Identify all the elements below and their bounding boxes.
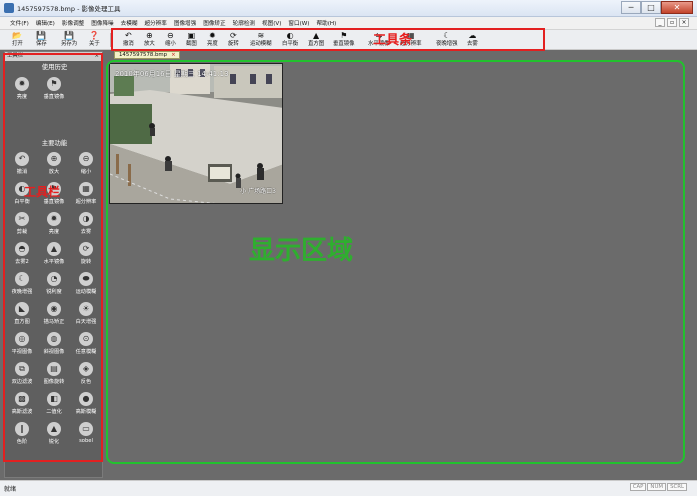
menu-denoise[interactable]: 图像降噪	[91, 19, 113, 27]
sidebar-annotation: 工具栏	[24, 185, 61, 199]
menu-image-adjust[interactable]: 影像调整	[62, 19, 84, 27]
menu-window[interactable]: 窗口(W)	[288, 19, 309, 27]
title-bar: 1457597578.bmp - 影像处理工具 ─ □ ✕	[0, 0, 697, 17]
close-button[interactable]: ✕	[661, 1, 693, 14]
maximize-button[interactable]: □	[641, 1, 661, 14]
toolbar-save-as-button[interactable]: 💾 另存为	[61, 31, 77, 49]
save-icon: 💾	[36, 31, 47, 40]
menu-super-resolution[interactable]: 超分辨率	[144, 19, 166, 27]
status-text: 就绪	[4, 486, 17, 493]
tab-close-icon[interactable]: ×	[171, 52, 176, 58]
help-icon: ❓	[89, 31, 100, 40]
mdi-controls: _ ▫ ×	[655, 18, 689, 27]
toolbar-open-button[interactable]: 📂 打开	[12, 31, 23, 49]
window-title: 1457597578.bmp - 影像处理工具	[17, 5, 121, 13]
toolbar-highlight-box	[111, 28, 545, 51]
menu-view[interactable]: 视图(V)	[262, 19, 281, 27]
save-as-icon: 💾	[64, 31, 75, 40]
mdi-restore-button[interactable]: ▫	[667, 18, 677, 27]
minimize-button[interactable]: ─	[621, 1, 641, 14]
toolbar-annotation: 工具条	[373, 33, 413, 48]
folder-icon: 📂	[12, 31, 23, 40]
document-tab[interactable]: 1457597578.bmp ×	[114, 51, 180, 59]
toolbar-save-button[interactable]: 💾 保存	[36, 31, 47, 49]
num-lock-indicator: NUM	[647, 483, 667, 491]
menu-enhance[interactable]: 图像增强	[174, 19, 196, 27]
menu-correct[interactable]: 图像矫正	[203, 19, 225, 27]
window-controls: ─ □ ✕	[621, 1, 693, 14]
menu-deblur[interactable]: 去模糊	[121, 19, 138, 27]
display-area-highlight-box	[106, 60, 685, 464]
status-bar: 就绪 CAP NUM SCRL	[0, 480, 697, 496]
menu-contour[interactable]: 轮廓检测	[233, 19, 255, 27]
toolbar-about-button[interactable]: ❓ 关于	[89, 31, 100, 49]
status-indicators: CAP NUM SCRL	[629, 483, 687, 491]
display-area-annotation: 显示区域	[249, 236, 354, 266]
scroll-lock-indicator: SCRL	[667, 483, 687, 491]
menu-edit[interactable]: 编辑(E)	[36, 19, 55, 27]
mdi-minimize-button[interactable]: _	[655, 18, 665, 27]
menu-help[interactable]: 帮助(H)	[317, 19, 337, 27]
mdi-close-button[interactable]: ×	[679, 18, 689, 27]
caps-lock-indicator: CAP	[629, 483, 647, 491]
app-icon	[4, 3, 14, 13]
sidebar-highlight-box	[3, 53, 103, 462]
menu-file[interactable]: 文件(F)	[10, 19, 29, 27]
